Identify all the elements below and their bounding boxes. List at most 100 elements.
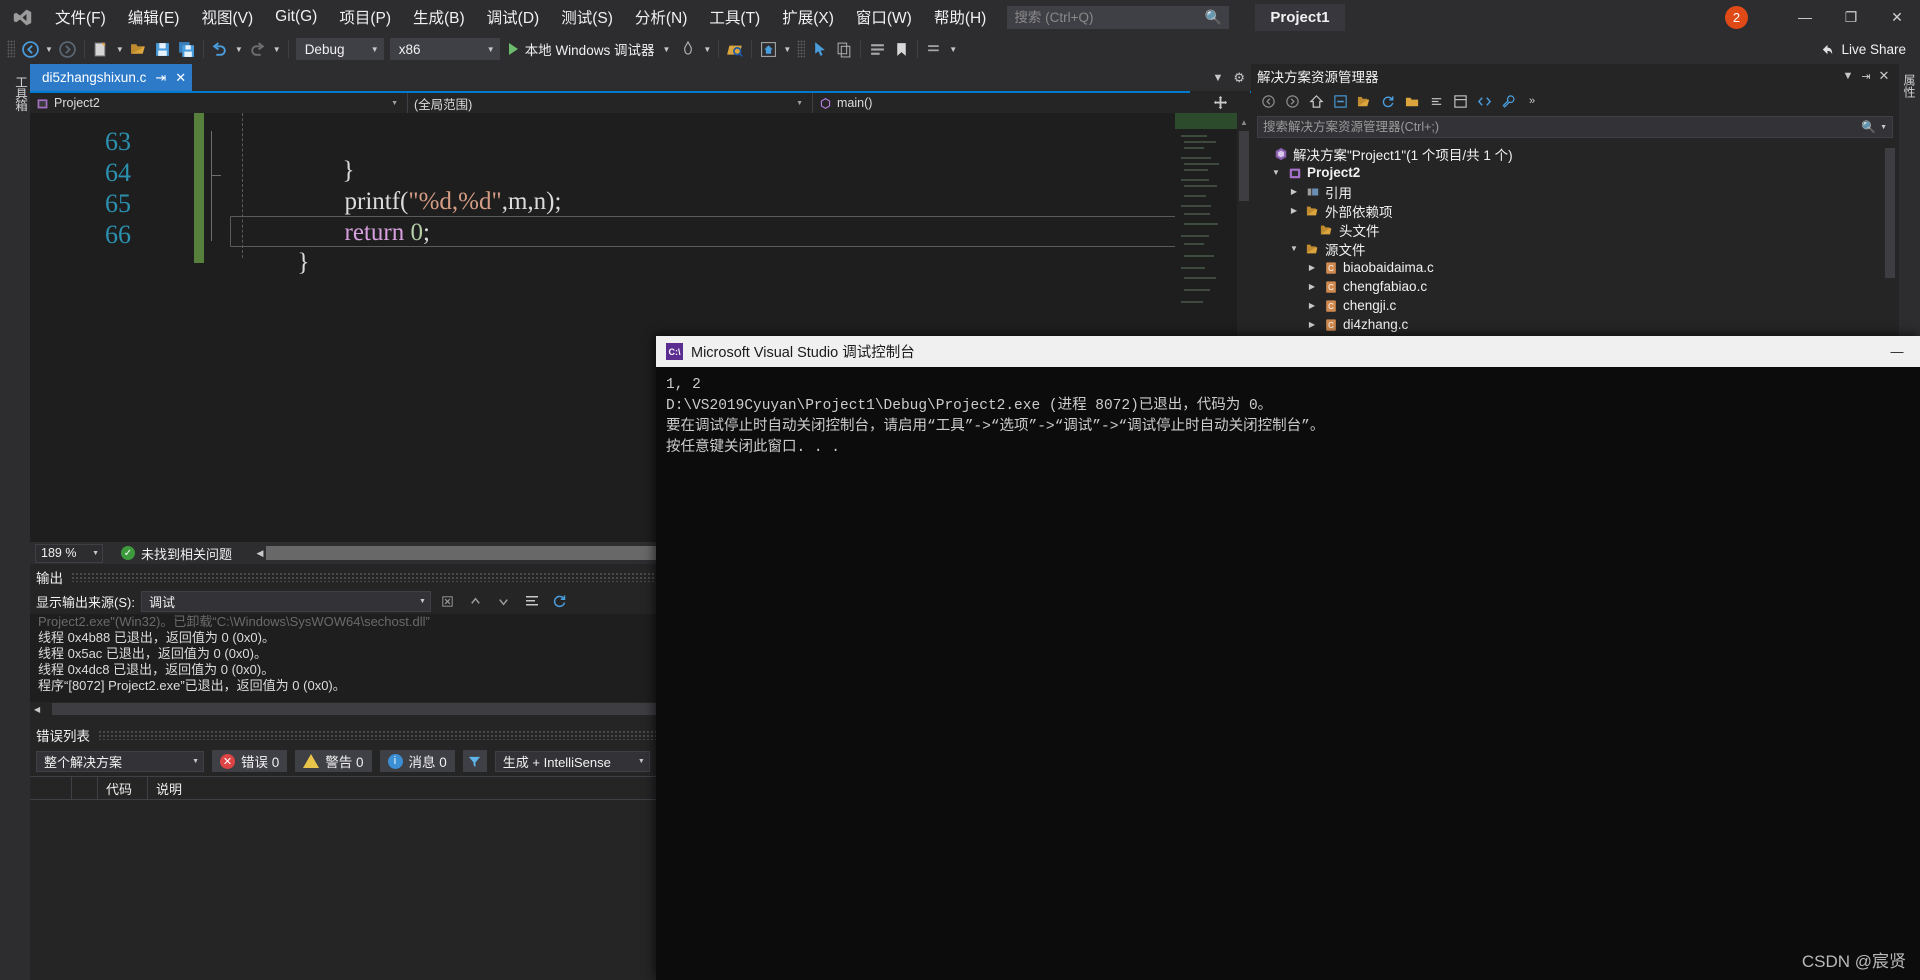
new-item-icon[interactable] bbox=[89, 37, 113, 61]
step-tools-icon[interactable] bbox=[922, 37, 946, 61]
twisty-icon[interactable]: ▶ bbox=[1287, 187, 1301, 196]
toolbox-rail[interactable]: 工具箱 bbox=[0, 64, 30, 980]
intellisense-filter-icon[interactable] bbox=[462, 750, 487, 772]
tree-item-chengfabiao[interactable]: ▶ C chengfabiao.c bbox=[1251, 277, 1899, 296]
copy-icon[interactable] bbox=[832, 37, 856, 61]
pin-icon[interactable]: ⇥ bbox=[1857, 67, 1875, 85]
new-item-dropdown-icon[interactable]: ▼ bbox=[113, 45, 127, 54]
minimize-button[interactable]: — bbox=[1782, 0, 1828, 34]
refresh-icon[interactable] bbox=[1377, 90, 1399, 112]
twisty-icon[interactable]: ▶ bbox=[1305, 320, 1319, 329]
breakpoint-list-icon[interactable] bbox=[865, 37, 889, 61]
notification-badge[interactable]: 2 bbox=[1725, 5, 1748, 29]
tree-item-di4zhang[interactable]: ▶ C di4zhang.c bbox=[1251, 315, 1899, 334]
new-folder-icon[interactable] bbox=[1401, 90, 1423, 112]
solution-explorer-search[interactable]: 🔍 ▼ bbox=[1257, 116, 1893, 138]
overflow-icon[interactable]: ▼ bbox=[946, 45, 960, 54]
menu-test[interactable]: 测试(S) bbox=[550, 0, 624, 34]
zoom-level-dropdown[interactable]: 189 % ▼ bbox=[35, 543, 103, 563]
solution-search-input[interactable] bbox=[1263, 120, 1862, 134]
pointer-icon[interactable] bbox=[808, 37, 832, 61]
code-line-66[interactable]: } bbox=[235, 221, 310, 305]
tree-item-solution[interactable]: 解决方案"Project1"(1 个项目/共 1 个) bbox=[1251, 144, 1899, 163]
menu-window[interactable]: 窗口(W) bbox=[845, 0, 923, 34]
scrollbar-thumb[interactable] bbox=[1239, 131, 1249, 201]
show-all-files-icon[interactable] bbox=[1353, 90, 1375, 112]
live-share-button[interactable]: Live Share bbox=[1820, 42, 1906, 57]
find-next-icon[interactable] bbox=[493, 590, 515, 612]
back-icon[interactable] bbox=[1257, 90, 1279, 112]
nav-scope-dropdown[interactable]: (全局范围) ▼ bbox=[408, 93, 813, 113]
warnings-filter-button[interactable]: 警告 0 bbox=[295, 750, 372, 772]
menu-help[interactable]: 帮助(H) bbox=[923, 0, 998, 34]
code-view-icon[interactable] bbox=[1473, 90, 1495, 112]
twisty-icon[interactable]: ▶ bbox=[1287, 206, 1301, 215]
toolbar-grip-2[interactable] bbox=[797, 40, 806, 58]
errors-filter-button[interactable]: ✕ 错误 0 bbox=[212, 750, 288, 772]
start-debugging-button[interactable]: 本地 Windows 调试器 ▼ bbox=[503, 37, 677, 61]
close-button[interactable]: ✕ bbox=[1874, 0, 1920, 34]
restore-button[interactable]: ❐ bbox=[1828, 0, 1874, 34]
global-search-input[interactable] bbox=[1014, 9, 1205, 25]
twisty-expanded-icon[interactable]: ▼ bbox=[1269, 168, 1283, 177]
close-icon[interactable]: ✕ bbox=[1875, 67, 1893, 85]
back-dropdown-icon[interactable]: ▼ bbox=[42, 45, 56, 54]
build-filter-dropdown[interactable]: 生成 + IntelliSense ▼ bbox=[494, 750, 650, 772]
minimap-viewport[interactable] bbox=[1175, 113, 1237, 129]
menu-build[interactable]: 生成(B) bbox=[402, 0, 476, 34]
properties-icon[interactable] bbox=[1449, 90, 1471, 112]
global-search-box[interactable]: 🔍 bbox=[1007, 5, 1230, 29]
toggle-wordwrap-icon[interactable] bbox=[521, 590, 543, 612]
scroll-left-arrow[interactable]: ◀ bbox=[30, 705, 40, 714]
twisty-expanded-icon[interactable]: ▼ bbox=[1287, 244, 1301, 253]
collapse-all-icon[interactable] bbox=[1329, 90, 1351, 112]
solution-explorer-scrollbar[interactable] bbox=[1883, 148, 1897, 348]
tree-item-project2[interactable]: ▼ Project2 bbox=[1251, 163, 1899, 182]
refresh-icon[interactable] bbox=[549, 590, 571, 612]
menu-file[interactable]: 文件(F) bbox=[44, 0, 117, 34]
home-dropdown-icon[interactable]: ▼ bbox=[780, 45, 794, 54]
solution-platform-dropdown[interactable]: x86 ▼ bbox=[389, 38, 500, 60]
undo-icon[interactable] bbox=[208, 37, 232, 61]
find-prev-icon[interactable] bbox=[465, 590, 487, 612]
tree-item-chengji[interactable]: ▶ C chengji.c bbox=[1251, 296, 1899, 315]
menu-debug[interactable]: 调试(D) bbox=[476, 0, 551, 34]
overflow-icon[interactable]: » bbox=[1521, 90, 1543, 112]
navigate-forward-icon[interactable] bbox=[56, 37, 80, 61]
folder-search-icon[interactable] bbox=[723, 37, 747, 61]
menu-view[interactable]: 视图(V) bbox=[190, 0, 264, 34]
save-icon[interactable] bbox=[151, 37, 175, 61]
messages-filter-button[interactable]: i 消息 0 bbox=[379, 750, 455, 772]
collapse-tree-icon[interactable] bbox=[1425, 90, 1447, 112]
chevron-down-icon[interactable]: ▼ bbox=[1839, 67, 1857, 85]
pin-icon[interactable]: ⇥ bbox=[155, 71, 166, 84]
tree-item-external-deps[interactable]: ▶ 外部依赖项 bbox=[1251, 201, 1899, 220]
tree-item-header-files[interactable]: 头文件 bbox=[1251, 220, 1899, 239]
tree-item-source-files[interactable]: ▼ 源文件 bbox=[1251, 239, 1899, 258]
save-all-icon[interactable] bbox=[175, 37, 199, 61]
column-header-code[interactable]: 代码 bbox=[98, 776, 148, 800]
tree-item-biaobaidaima[interactable]: ▶ C biaobaidaima.c bbox=[1251, 258, 1899, 277]
nav-member-dropdown[interactable]: main() bbox=[813, 93, 1191, 113]
column-header-severity[interactable] bbox=[72, 776, 98, 800]
chevron-down-icon[interactable]: ▼ bbox=[1212, 72, 1223, 84]
home-icon[interactable] bbox=[1305, 90, 1327, 112]
tree-item-references[interactable]: ▶ 引用 bbox=[1251, 182, 1899, 201]
solution-config-dropdown[interactable]: Debug ▼ bbox=[295, 38, 384, 60]
menu-project[interactable]: 项目(P) bbox=[328, 0, 402, 34]
split-view-icon[interactable] bbox=[1190, 91, 1250, 113]
scroll-left-arrow[interactable]: ◀ bbox=[254, 548, 266, 559]
column-header-icon[interactable] bbox=[30, 776, 72, 800]
redo-icon[interactable] bbox=[246, 37, 270, 61]
search-icon[interactable]: 🔍 bbox=[1861, 120, 1876, 134]
wrench-icon[interactable] bbox=[1497, 90, 1519, 112]
output-source-dropdown[interactable]: 调试 ▼ bbox=[140, 590, 431, 612]
hot-reload-dropdown-icon[interactable]: ▼ bbox=[700, 45, 714, 54]
twisty-icon[interactable]: ▶ bbox=[1305, 282, 1319, 291]
twisty-icon[interactable]: ▶ bbox=[1305, 301, 1319, 310]
close-icon[interactable]: ✕ bbox=[175, 71, 186, 84]
console-output[interactable]: 1, 2 D:\VS2019Cyuyan\Project1\Debug\Proj… bbox=[656, 367, 1920, 467]
clear-output-icon[interactable] bbox=[437, 590, 459, 612]
toolbar-grip[interactable] bbox=[7, 40, 15, 58]
issues-status[interactable]: ✓ 未找到相关问题 bbox=[121, 544, 232, 563]
